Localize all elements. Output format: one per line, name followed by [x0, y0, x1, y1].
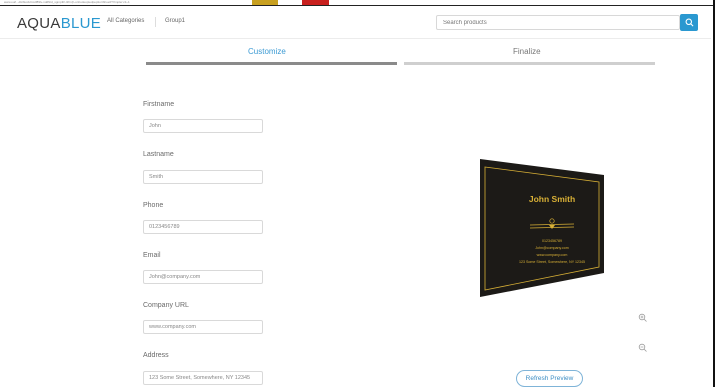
search-button[interactable] — [680, 14, 698, 31]
card-email: John@company.com — [535, 246, 569, 250]
email-field[interactable] — [143, 270, 263, 284]
phone-field[interactable] — [143, 220, 263, 234]
company-url-field[interactable] — [143, 320, 263, 334]
refresh-preview-button[interactable]: Refresh Preview — [516, 370, 583, 387]
firstname-label: Firstname — [143, 101, 175, 108]
nav-group1[interactable]: Group1 — [165, 18, 185, 24]
search-icon — [685, 18, 693, 27]
tab-finalize[interactable]: Finalize — [513, 47, 541, 56]
lastname-label: Lastname — [143, 151, 174, 158]
search-input[interactable] — [436, 15, 680, 30]
tab-finalize-bar — [404, 62, 655, 65]
nav-all-categories[interactable]: All Categories — [107, 18, 144, 24]
browser-scrollbar[interactable] — [713, 0, 723, 387]
card-preview: John Smith 0123456789 John@company.com w… — [478, 155, 606, 299]
logo[interactable]: AQUABLUE — [17, 15, 101, 32]
company-url-label: Company URL — [143, 302, 189, 309]
nav-divider — [155, 17, 156, 27]
address-field[interactable] — [143, 371, 263, 385]
logo-accent: BLUE — [60, 15, 102, 32]
address-label: Address — [143, 352, 169, 359]
card-address: 123 Some Street, Somewhere, NY 12345 — [519, 260, 585, 264]
card-url: www.company.com — [537, 253, 568, 257]
phone-label: Phone — [143, 202, 164, 209]
zoom-in-icon — [638, 313, 647, 322]
email-label: Email — [143, 252, 161, 259]
card-phone: 0123456789 — [542, 239, 562, 243]
logo-main: AQUA — [17, 15, 61, 32]
browser-frame-border — [0, 5, 723, 6]
zoom-out-icon — [638, 343, 647, 352]
zoom-out-button[interactable] — [638, 340, 648, 352]
firstname-field[interactable] — [143, 119, 263, 133]
lastname-field[interactable] — [143, 170, 263, 184]
card-preview-image: John Smith 0123456789 John@company.com w… — [480, 159, 604, 297]
card-name: John Smith — [529, 194, 575, 204]
zoom-in-button[interactable] — [638, 310, 648, 322]
site-header: AQUABLUE All Categories Group1 — [0, 7, 711, 39]
url-fragment: www.ourl...disStockCsHf89iv-nddNid_sgmpt… — [4, 0, 130, 4]
tab-customize[interactable]: Customize — [248, 47, 286, 56]
tab-customize-bar — [146, 62, 397, 65]
